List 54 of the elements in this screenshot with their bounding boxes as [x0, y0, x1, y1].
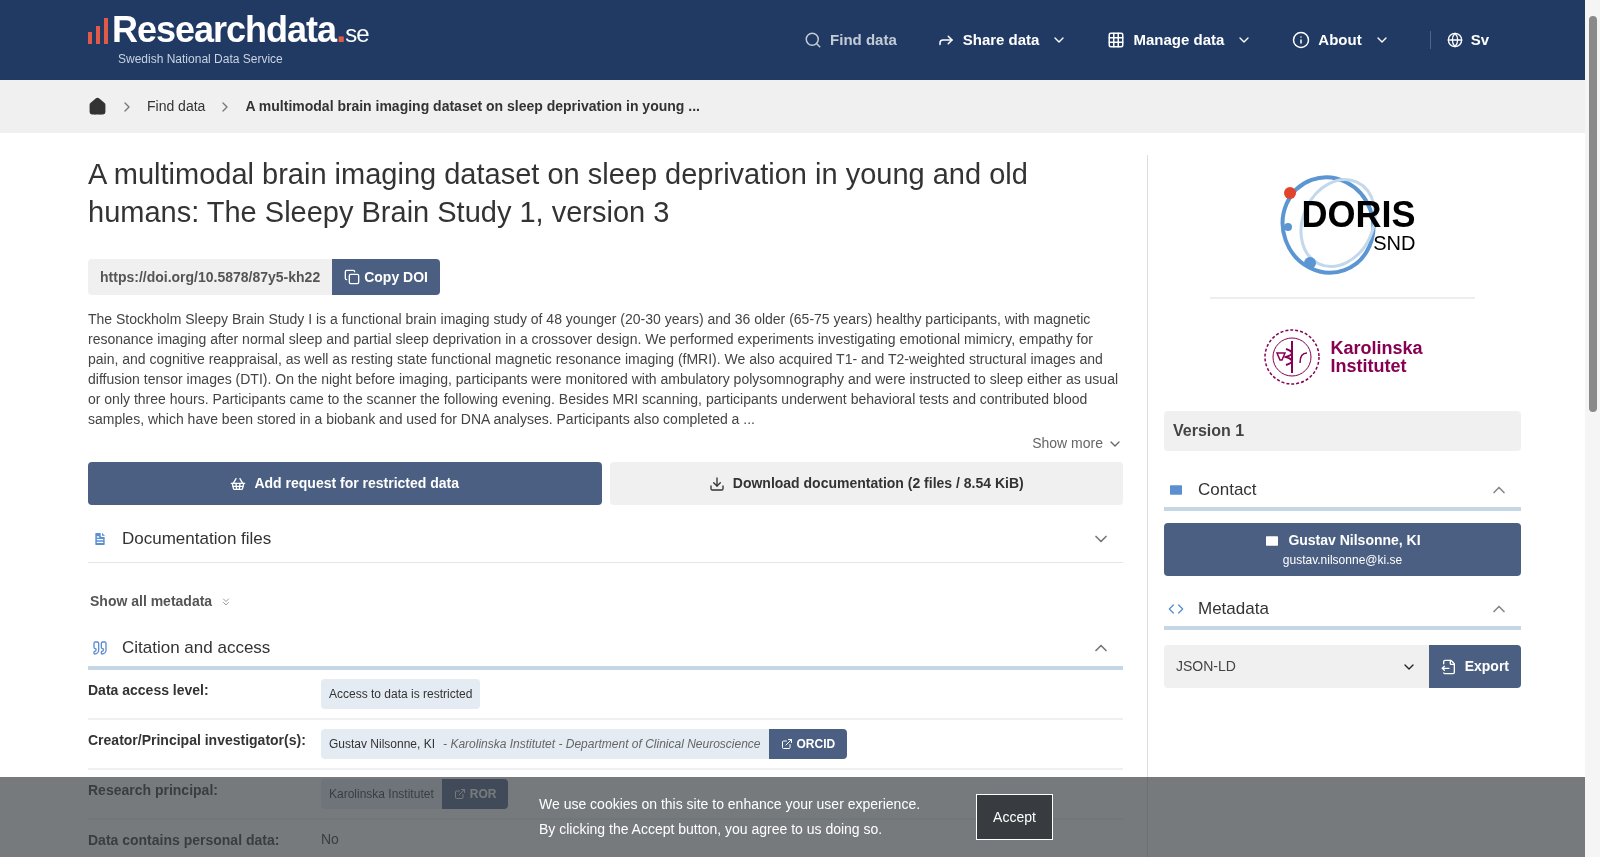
nav-link[interactable]: Share data [936, 28, 1068, 52]
quote-icon [92, 640, 108, 656]
format-select[interactable]: JSON-LD [1164, 645, 1429, 688]
download-button[interactable]: Download documentation (2 files / 8.54 KiB) [609, 462, 1123, 505]
contact-button[interactable]: Gustav Nilsonne, KI gustav.nilsonne@ki.se [1164, 523, 1521, 576]
copy-icon [344, 269, 361, 285]
section-title[interactable]: Metadata [1198, 596, 1269, 622]
seal-icon [1262, 327, 1323, 387]
cookie-notice-text: We use cookies on this site to enhance your user experience. [539, 795, 921, 814]
home-icon[interactable] [88, 97, 107, 116]
show-more-button[interactable]: Show more [1032, 433, 1123, 454]
logo-name: Karolinska [1330, 339, 1423, 357]
external-link-icon [780, 738, 793, 750]
version-label: Version 1 [1164, 411, 1521, 451]
code-icon [1168, 601, 1184, 617]
field-value: No [321, 830, 339, 849]
globe-icon [1446, 32, 1463, 48]
logo-name: Institutet [1330, 357, 1408, 375]
accept-button[interactable]: Accept [976, 794, 1053, 840]
file-export-icon [1440, 658, 1457, 675]
section-title[interactable]: Contact [1198, 477, 1257, 503]
creator-tag: Gustav Nilsonne, KI - Karolinska Institutet - Department of Clinical Neuroscience [321, 729, 769, 759]
logo-subtitle: SND [1373, 233, 1416, 253]
site-tagline: Swedish National Data Service [118, 51, 284, 68]
bar-chart-logo-icon [88, 18, 110, 44]
request-data-button[interactable]: Add request for restricted data [88, 462, 602, 505]
section-title[interactable]: Citation and access [122, 635, 271, 661]
field-label: Data access level: [88, 681, 210, 700]
basket-icon [230, 475, 247, 492]
info-icon [1292, 31, 1311, 49]
export-button[interactable]: Export [1428, 645, 1521, 688]
grid-icon [1107, 31, 1126, 49]
site-logo-text[interactable]: Researchdata.se [112, 12, 369, 48]
doi-link[interactable]: https://doi.org/10.5878/87y5-kh22 [88, 259, 333, 295]
logo-name: DORIS [1301, 197, 1416, 233]
show-all-metadata-button[interactable]: Show all metadata [90, 591, 233, 612]
dataset-description: The Stockholm Sleepy Brain Study I is a functional brain imaging study of 48 younger (20-30 years) and 36 older (65-75 years) healthy participants, with magnetic resonance imaging after normal sleep and partial sleep deprivation in a crossover design. We performed experiments investigating emotional mimicry, empathy for pain, and cognitive reappraisal, as well as resting state functional magnetic resonance imaging (fMRI). We also acquired T1- and T2-weighted structural images and diffusion tensor images (DTI). On the night before imaging, participants were monitored with ambulatory polysomnography and were instructed to sleep either as usual or only three hours. Participants came to the scanner the following evening. Besides MRI scanning, participants underwent behavioral tests and contributed blood samples, which have been stored in a biobank and used for DNA analyses. Participants also completed a ... [88, 310, 1120, 429]
search-icon [804, 31, 823, 49]
nav-link[interactable]: Find data [804, 28, 897, 52]
section-title[interactable]: Documentation files [122, 525, 272, 552]
nav-link[interactable]: About [1292, 28, 1390, 52]
dataset-title: A multimodal brain imaging dataset on sleep deprivation in young and old humans: The Sleepy Brain Study 1, version 3 [88, 157, 1029, 230]
field-label: Data contains personal data: [88, 831, 281, 850]
download-icon [708, 475, 725, 492]
field-label: Research principal: [88, 781, 219, 800]
field-label: Creator/Principal investigator(s): [88, 731, 307, 750]
orcid-link-button[interactable]: ORCID [768, 729, 848, 759]
copy-doi-button[interactable]: Copy DOI [332, 259, 440, 295]
nav-link[interactable]: Manage data [1107, 28, 1253, 52]
cookie-notice-text: By clicking the Accept button, you agree to us doing so. [539, 820, 884, 839]
language-link[interactable]: Sv [1446, 28, 1489, 52]
breadcrumb-item: A multimodal brain imaging dataset on sleep deprivation in young ... [245, 97, 700, 116]
access-tag: Access to data is restricted [321, 679, 481, 709]
breadcrumb-item[interactable]: Find data [147, 96, 206, 117]
